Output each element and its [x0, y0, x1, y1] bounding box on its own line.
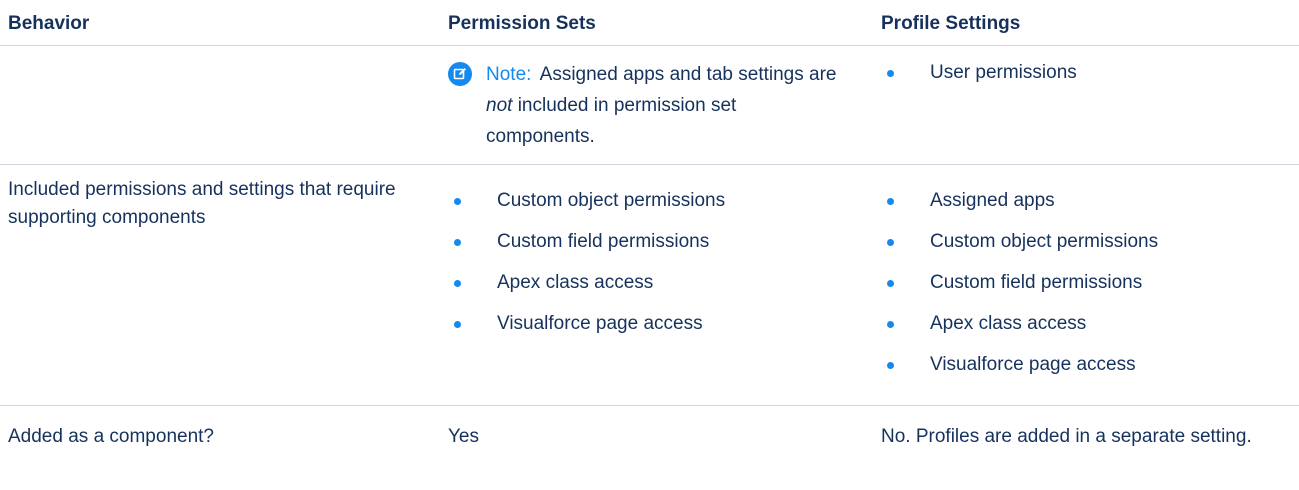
- bullet-dot: [454, 321, 461, 328]
- permission-sets-cell: Yes: [448, 426, 479, 447]
- list-item: Visualforce page access: [881, 351, 1291, 379]
- list-item-text: Apex class access: [930, 313, 1087, 334]
- behavior-cell: [0, 45, 440, 165]
- profile-settings-cell: Assigned apps Custom object permissions …: [873, 164, 1299, 406]
- note-text: Note: Assigned apps and tab settings are…: [486, 59, 838, 152]
- profile-settings-list: User permissions: [881, 59, 1291, 87]
- permission-sets-list: Custom object permissions Custom field p…: [448, 187, 865, 338]
- profile-settings-cell: No. Profiles are added in a separate set…: [881, 426, 1252, 447]
- bullet-dot: [454, 239, 461, 246]
- list-item-text: User permissions: [930, 62, 1077, 83]
- note-text-before: Assigned apps and tab settings are: [539, 64, 837, 85]
- list-item-text: Apex class access: [497, 272, 654, 293]
- list-item: Custom object permissions: [448, 187, 865, 215]
- comparison-table: Behavior Permission Sets Profile Setting…: [0, 0, 1299, 463]
- list-item: Assigned apps: [881, 187, 1291, 215]
- list-item-text: Custom field permissions: [497, 231, 710, 252]
- bullet-dot: [454, 280, 461, 287]
- bullet-dot: [887, 198, 894, 205]
- profile-settings-list: Assigned apps Custom object permissions …: [881, 187, 1291, 379]
- table-row: Note: Assigned apps and tab settings are…: [0, 45, 1299, 165]
- bullet-dot: [887, 239, 894, 246]
- bullet-dot: [887, 321, 894, 328]
- list-item-text: Assigned apps: [930, 190, 1055, 211]
- edit-note-icon: [448, 62, 472, 86]
- header-behavior: Behavior: [0, 0, 440, 46]
- note-label: Note:: [486, 64, 532, 85]
- list-item-text: Visualforce page access: [497, 313, 703, 334]
- table-row: Included permissions and settings that r…: [0, 164, 1299, 406]
- list-item: User permissions: [881, 59, 1291, 87]
- bullet-dot: [887, 362, 894, 369]
- list-item: Custom object permissions: [881, 228, 1291, 256]
- header-permission-sets: Permission Sets: [440, 0, 873, 46]
- list-item: Apex class access: [881, 310, 1291, 338]
- list-item-text: Custom field permissions: [930, 272, 1143, 293]
- header-row: Behavior Permission Sets Profile Setting…: [0, 0, 1299, 46]
- bullet-dot: [887, 280, 894, 287]
- list-item: Visualforce page access: [448, 310, 865, 338]
- table-row: Added as a component? Yes No. Profiles a…: [0, 406, 1299, 464]
- bullet-dot: [887, 70, 894, 77]
- bullet-dot: [454, 198, 461, 205]
- permission-sets-cell: Custom object permissions Custom field p…: [440, 164, 873, 406]
- list-item-text: Visualforce page access: [930, 354, 1136, 375]
- list-item: Custom field permissions: [448, 228, 865, 256]
- list-item-text: Custom object permissions: [930, 231, 1159, 252]
- list-item: Custom field permissions: [881, 269, 1291, 297]
- behavior-cell: Included permissions and settings that r…: [0, 164, 440, 406]
- note-text-emphasis: not: [486, 95, 513, 116]
- note-text-after: included in permission set components.: [486, 95, 737, 147]
- profile-settings-cell: User permissions: [873, 45, 1299, 165]
- note-callout: Note: Assigned apps and tab settings are…: [448, 59, 865, 152]
- header-profile-settings: Profile Settings: [873, 0, 1299, 46]
- list-item-text: Custom object permissions: [497, 190, 726, 211]
- list-item: Apex class access: [448, 269, 865, 297]
- permission-sets-cell: Note: Assigned apps and tab settings are…: [440, 45, 873, 165]
- behavior-cell: Added as a component?: [8, 426, 214, 447]
